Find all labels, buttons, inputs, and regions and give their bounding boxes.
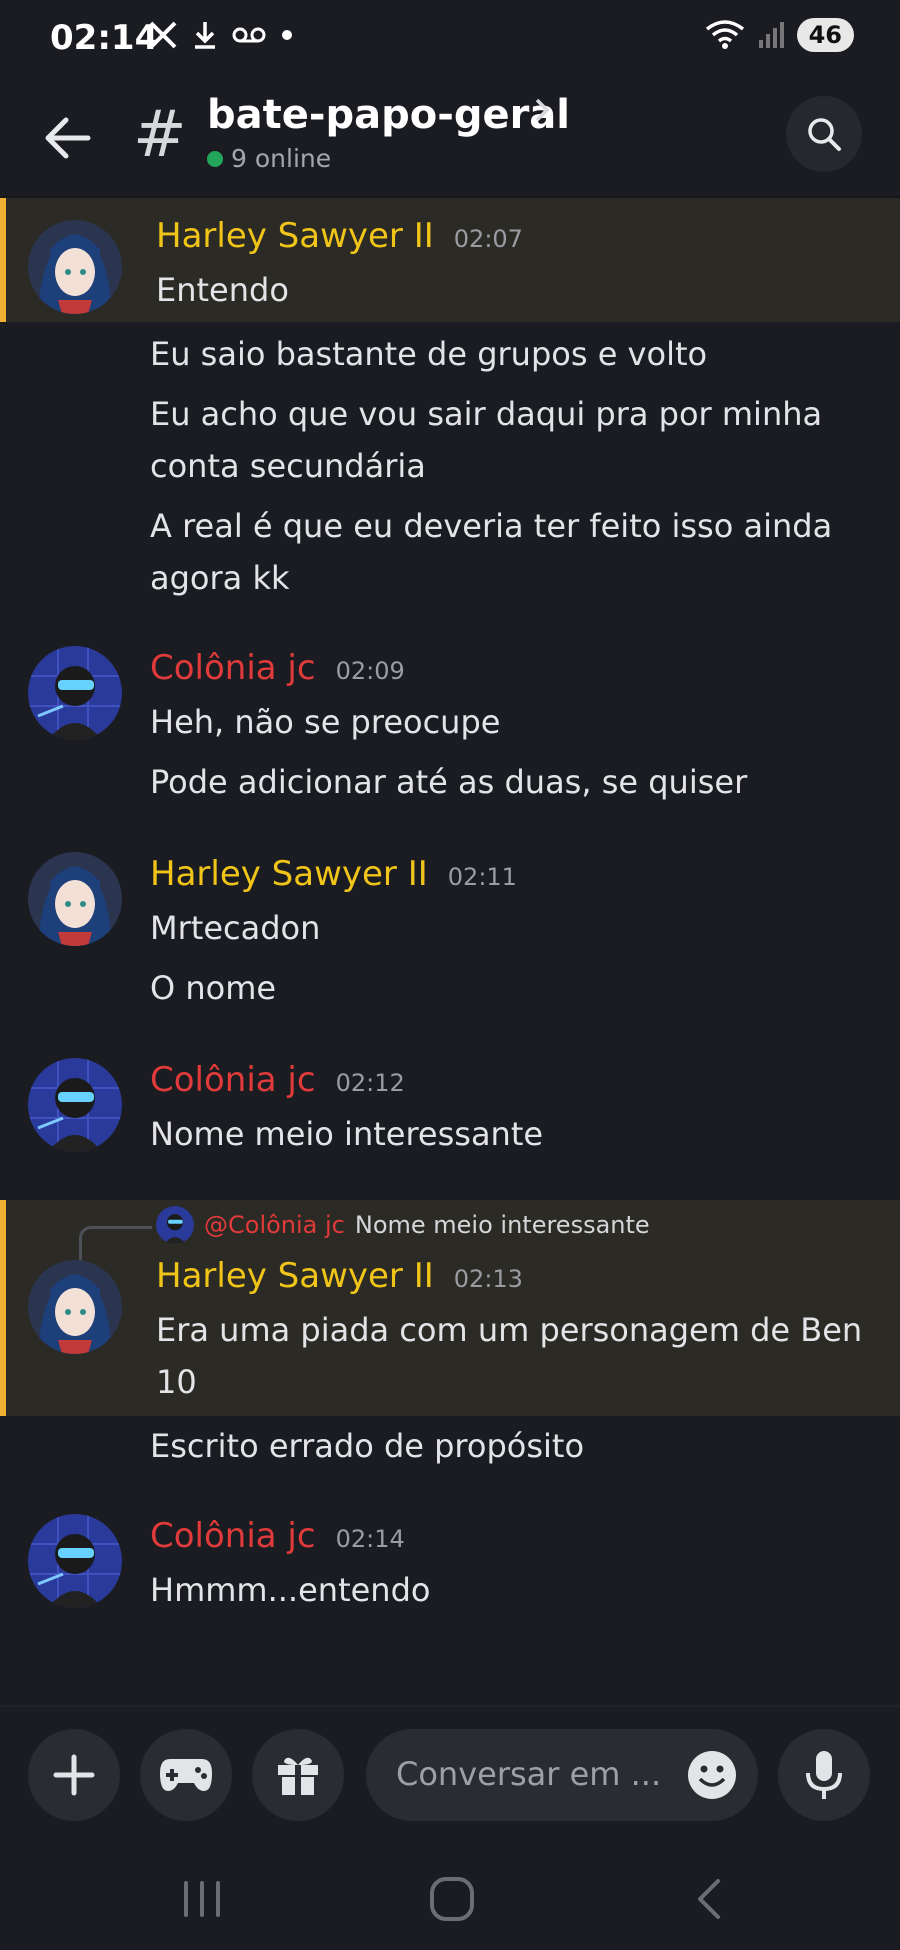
author-name[interactable]: Harley Sawyer II xyxy=(156,1256,434,1296)
home-icon xyxy=(430,1877,474,1921)
message-input-placeholder: Conversar em ... xyxy=(396,1755,662,1793)
voice-message-button[interactable] xyxy=(778,1729,870,1821)
search-icon xyxy=(808,118,841,151)
message-text[interactable]: Heh, não se preocupe xyxy=(150,696,870,748)
message-group[interactable]: @Colônia jc Nome meio interessante Harle… xyxy=(0,1200,900,1416)
reply-avatar xyxy=(156,1206,194,1244)
plus-icon xyxy=(53,1754,95,1796)
timestamp: 02:11 xyxy=(447,863,517,891)
add-attachment-button[interactable] xyxy=(28,1729,120,1821)
voicemail-icon xyxy=(232,27,266,43)
message-text[interactable]: Pode adicionar até as duas, se quiser xyxy=(150,756,870,808)
online-dot-icon xyxy=(207,150,223,167)
reply-author[interactable]: @Colônia jc xyxy=(204,1211,345,1239)
timestamp: 02:13 xyxy=(453,1265,523,1293)
activities-button[interactable] xyxy=(140,1729,232,1821)
message-group[interactable]: Harley Sawyer II 02:11 Mrtecadon O nome xyxy=(0,848,900,1014)
chevron-right-icon[interactable] xyxy=(528,96,556,124)
chevron-left-icon xyxy=(698,1879,720,1919)
channel-header: # bate-papo-geral 9 online xyxy=(0,78,900,198)
dot-icon xyxy=(282,30,292,40)
reply-connector xyxy=(79,1226,152,1263)
message-group[interactable]: Colônia jc 02:14 Hmmm...entendo xyxy=(0,1510,900,1616)
recents-button[interactable] xyxy=(172,1875,232,1923)
message-text[interactable]: Eu saio bastante de grupos e volto xyxy=(150,328,870,380)
message-text[interactable]: Era uma piada com um personagem de Ben 1… xyxy=(156,1304,870,1408)
avatar-colonia[interactable] xyxy=(28,1058,122,1152)
timestamp: 02:09 xyxy=(335,657,405,685)
message-text[interactable]: Escrito errado de propósito xyxy=(150,1420,870,1472)
home-button[interactable] xyxy=(422,1875,482,1923)
status-time: 02:14 xyxy=(50,18,159,58)
timestamp: 02:07 xyxy=(453,225,523,253)
system-back-button[interactable] xyxy=(680,1875,740,1923)
timestamp: 02:12 xyxy=(335,1069,405,1097)
gift-icon xyxy=(278,1757,318,1795)
message-group[interactable]: Eu saio bastante de grupos e volto Eu ac… xyxy=(0,322,900,604)
author-name[interactable]: Harley Sawyer II xyxy=(156,216,434,256)
emoji-icon[interactable] xyxy=(686,1749,738,1801)
message-text[interactable]: A real é que eu deveria ter feito isso a… xyxy=(150,500,870,604)
message-group[interactable]: Escrito errado de propósito xyxy=(0,1416,900,1472)
online-indicator: 9 online xyxy=(207,144,331,173)
microphone-icon xyxy=(806,1751,842,1799)
recents-icon xyxy=(184,1881,220,1917)
arrow-left-icon xyxy=(45,117,91,159)
signal-icon xyxy=(758,22,784,48)
message-text[interactable]: Nome meio interessante xyxy=(150,1108,870,1160)
message-group[interactable]: Colônia jc 02:12 Nome meio interessante xyxy=(0,1054,900,1160)
message-text[interactable]: Entendo xyxy=(156,264,870,316)
avatar-harley[interactable] xyxy=(28,1260,122,1354)
avatar-colonia[interactable] xyxy=(28,1514,122,1608)
gift-button[interactable] xyxy=(252,1729,344,1821)
author-name[interactable]: Colônia jc xyxy=(150,1060,316,1100)
x-logo-icon xyxy=(149,21,177,49)
message-text[interactable]: Mrtecadon xyxy=(150,902,870,954)
online-count: 9 online xyxy=(231,144,332,173)
author-name[interactable]: Colônia jc xyxy=(150,648,316,688)
gamepad-icon xyxy=(160,1759,212,1791)
message-list[interactable]: Harley Sawyer II 02:07 Entendo Eu saio b… xyxy=(0,198,900,1703)
reply-text: Nome meio interessante xyxy=(354,1211,650,1239)
timestamp: 02:14 xyxy=(335,1525,405,1553)
avatar-colonia[interactable] xyxy=(28,646,122,740)
channel-hash-icon: # xyxy=(133,98,187,172)
author-name[interactable]: Colônia jc xyxy=(150,1516,316,1556)
reply-preview[interactable]: @Colônia jc Nome meio interessante xyxy=(79,1200,870,1263)
channel-title[interactable]: bate-papo-geral xyxy=(207,92,570,138)
system-nav-bar xyxy=(0,1845,900,1950)
wifi-icon xyxy=(705,20,744,49)
message-text[interactable]: O nome xyxy=(150,962,870,1014)
message-composer: Conversar em ... xyxy=(0,1705,900,1847)
message-text[interactable]: Eu acho que vou sair daqui pra por minha… xyxy=(150,388,870,492)
battery-level: 46 xyxy=(796,18,854,52)
message-text[interactable]: Hmmm...entendo xyxy=(150,1564,870,1616)
status-bar: 02:14 46 xyxy=(0,0,900,78)
message-group[interactable]: Colônia jc 02:09 Heh, não se preocupe Po… xyxy=(0,642,900,808)
back-button[interactable] xyxy=(38,108,98,168)
search-button[interactable] xyxy=(786,96,862,172)
avatar-harley[interactable] xyxy=(28,852,122,946)
author-name[interactable]: Harley Sawyer II xyxy=(150,854,428,894)
message-input[interactable]: Conversar em ... xyxy=(366,1729,758,1821)
message-group[interactable]: Harley Sawyer II 02:07 Entendo xyxy=(0,198,900,322)
avatar-harley[interactable] xyxy=(28,220,122,314)
download-icon xyxy=(195,22,215,49)
